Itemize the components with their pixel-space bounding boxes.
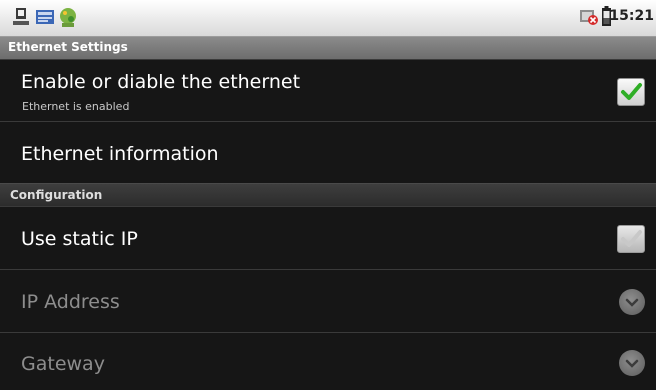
no-connection-icon [580, 10, 598, 25]
configuration-header: Configuration [0, 183, 656, 206]
clock: 15:21 [609, 8, 654, 24]
ip-address-title: IP Address [21, 291, 120, 313]
sd-card-icon [36, 10, 54, 24]
enable-ethernet-checkbox[interactable] [617, 78, 645, 106]
ip-address-dropdown-icon[interactable] [619, 289, 645, 315]
ethernet-information-title: Ethernet information [21, 143, 219, 165]
checkmark-icon [621, 83, 642, 100]
configuration-header-label: Configuration [10, 188, 103, 202]
use-static-ip-title: Use static IP [21, 228, 138, 250]
use-static-ip-checkbox[interactable] [617, 225, 645, 253]
android-icon [60, 8, 76, 27]
enable-ethernet-title: Enable or diable the ethernet [21, 71, 301, 93]
window-title: Ethernet Settings [8, 40, 128, 54]
usb-icon [13, 8, 29, 25]
enable-ethernet-pref[interactable]: Enable or diable the ethernet Ethernet i… [0, 59, 656, 121]
gateway-pref[interactable]: Gateway [0, 332, 656, 390]
enable-ethernet-summary: Ethernet is enabled [22, 100, 130, 113]
title-bar: Ethernet Settings [0, 37, 656, 59]
gateway-title: Gateway [21, 353, 105, 375]
status-bar: 15:21 [0, 0, 656, 37]
gateway-dropdown-icon[interactable] [619, 350, 645, 376]
checkmark-icon [621, 230, 642, 247]
ip-address-pref[interactable]: IP Address [0, 269, 656, 332]
ethernet-information-pref[interactable]: Ethernet information [0, 121, 656, 183]
use-static-ip-pref[interactable]: Use static IP [0, 206, 656, 269]
